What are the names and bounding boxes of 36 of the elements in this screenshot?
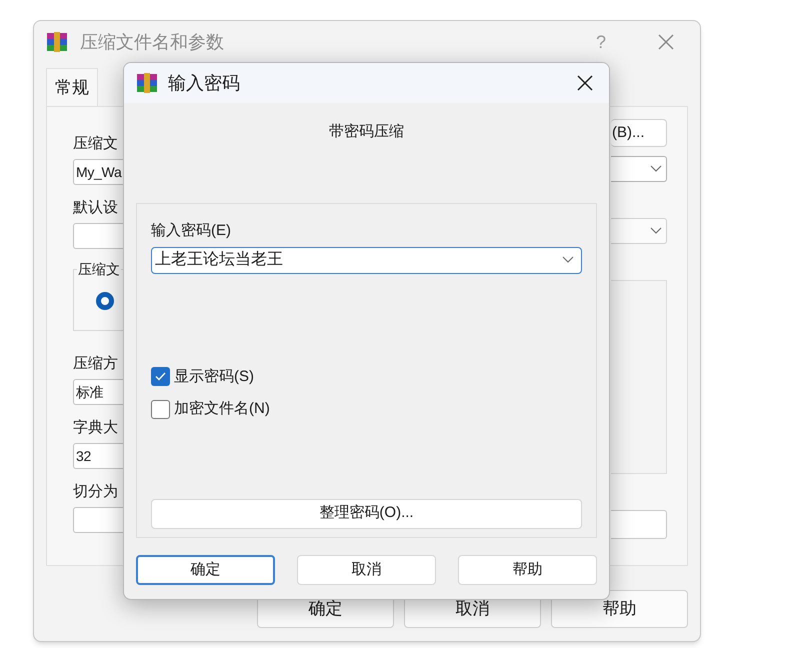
input-field[interactable]: 32 xyxy=(73,443,124,469)
archive-icon xyxy=(136,72,158,94)
input-field[interactable] xyxy=(611,510,667,539)
archive-icon xyxy=(46,31,68,53)
organize-passwords-button[interactable]: 整理密码(O)... xyxy=(151,498,582,528)
field-label: 压缩文 xyxy=(73,134,119,154)
field-label: 默认设 xyxy=(73,198,119,218)
password-combo-box[interactable]: 上老王论坛当老王 xyxy=(151,246,582,274)
chevron-down-icon xyxy=(650,165,662,173)
checkbox[interactable] xyxy=(151,400,170,419)
tab[interactable]: 常规 xyxy=(46,68,98,106)
radio-button[interactable] xyxy=(96,292,114,310)
input-field[interactable]: My_Wa xyxy=(73,159,124,185)
dialog-button[interactable]: 帮助 xyxy=(458,555,597,585)
password-value: 上老王论坛当老王 xyxy=(155,250,283,270)
dialog-heading: 带密码压缩 xyxy=(329,122,404,142)
checkbox[interactable] xyxy=(151,367,170,386)
dialog-title: 输入密码 xyxy=(168,72,240,94)
dropdown-field[interactable] xyxy=(611,156,667,182)
close-icon[interactable] xyxy=(577,75,593,91)
dropdown-field[interactable] xyxy=(611,218,667,244)
field-label: 字典大 xyxy=(73,418,119,438)
input-field[interactable]: 标准 xyxy=(73,379,124,405)
window-title: 压缩文件名和参数 xyxy=(80,30,224,54)
chevron-down-icon xyxy=(562,256,574,264)
field-label: 压缩方 xyxy=(73,354,119,374)
input-field[interactable] xyxy=(73,223,124,249)
checkbox-label[interactable]: 加密文件名(N) xyxy=(174,398,270,420)
checkmark-icon xyxy=(155,372,166,382)
chevron-down-icon xyxy=(650,227,662,235)
dialog-button[interactable]: 取消 xyxy=(297,555,436,585)
field-label: 切分为 xyxy=(73,482,119,502)
checkbox-label[interactable]: 显示密码(S) xyxy=(174,366,254,388)
input-field[interactable] xyxy=(73,507,124,533)
field-label: 输入密码(E) xyxy=(151,221,232,241)
dialog-button[interactable]: 确定 xyxy=(136,555,275,585)
